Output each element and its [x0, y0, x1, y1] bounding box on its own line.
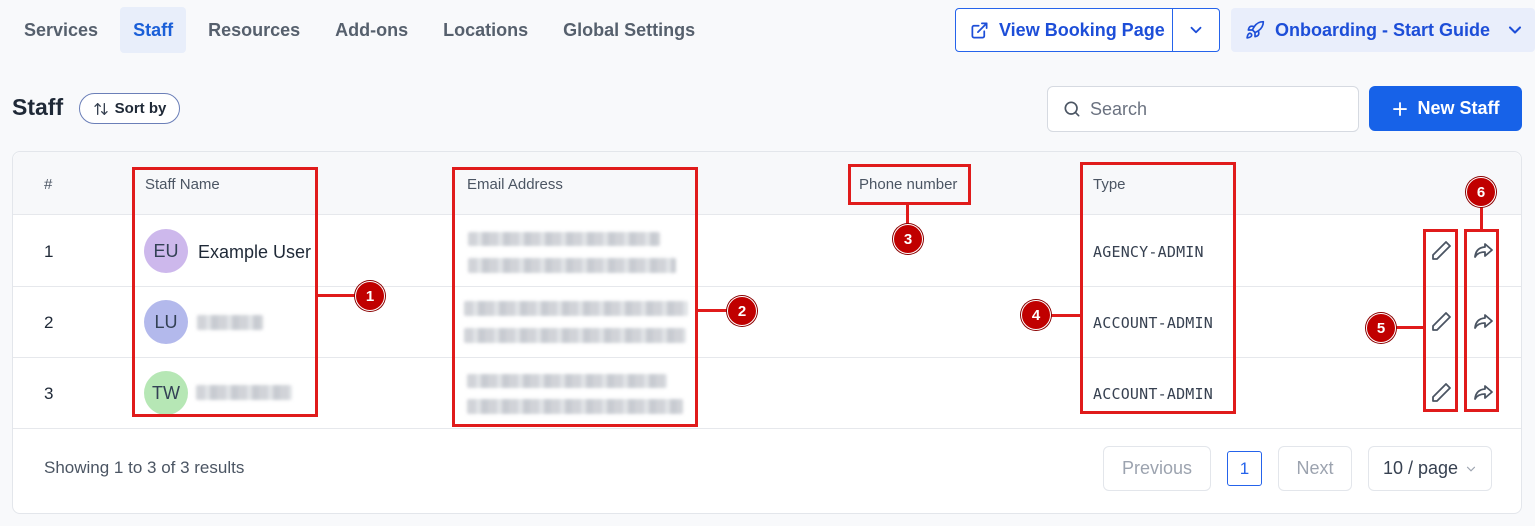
annotation-box-email: [452, 167, 698, 427]
sort-by-button[interactable]: Sort by: [79, 93, 180, 124]
chevron-down-icon: [1190, 26, 1202, 34]
annotation-connector: [318, 294, 358, 297]
search-icon: [1064, 101, 1080, 117]
tab-add-ons[interactable]: Add-ons: [322, 7, 421, 53]
results-summary: Showing 1 to 3 of 3 results: [44, 458, 245, 477]
top-nav-tabs: Services Staff Resources Add-ons Locatio…: [11, 7, 717, 53]
page-size-select[interactable]: 10 / page: [1368, 446, 1492, 491]
view-booking-page-group: View Booking Page: [955, 8, 1220, 52]
tab-locations[interactable]: Locations: [430, 7, 541, 53]
view-booking-page-label: View Booking Page: [999, 19, 1165, 40]
annotation-marker-1: 1: [355, 281, 385, 311]
chevron-down-icon: [1508, 26, 1522, 34]
new-staff-button[interactable]: New Staff: [1369, 86, 1522, 131]
annotation-box-share: [1464, 229, 1499, 412]
tab-staff[interactable]: Staff: [120, 7, 187, 53]
annotation-marker-3: 3: [893, 224, 923, 254]
annotation-marker-2: 2: [727, 296, 757, 326]
tab-global-settings[interactable]: Global Settings: [550, 7, 708, 53]
annotation-box-staff-name: [132, 167, 318, 417]
annotation-box-type: [1080, 162, 1236, 414]
annotation-box-phone: [848, 164, 971, 205]
column-header-index: #: [44, 176, 53, 193]
view-booking-page-button[interactable]: View Booking Page: [956, 9, 1173, 51]
search-field: [1047, 86, 1359, 132]
external-link-icon: [971, 22, 988, 38]
row-index: 1: [44, 242, 54, 261]
page-number-current[interactable]: 1: [1227, 451, 1262, 486]
plus-icon: [1393, 101, 1408, 116]
annotation-marker-5: 5: [1366, 313, 1396, 343]
tab-resources[interactable]: Resources: [195, 7, 313, 53]
tab-services[interactable]: Services: [11, 7, 111, 53]
annotation-marker-6: 6: [1466, 177, 1496, 207]
onboarding-label: Onboarding - Start Guide: [1275, 19, 1490, 40]
annotation-box-edit: [1423, 229, 1458, 412]
sort-by-label: Sort by: [114, 100, 167, 117]
row-index: 3: [44, 384, 54, 403]
chevron-down-icon: [1466, 466, 1476, 472]
annotation-marker-4: 4: [1021, 300, 1051, 330]
rocket-icon: [1246, 20, 1265, 39]
annotation-connector: [698, 309, 730, 312]
search-input[interactable]: [1090, 98, 1340, 120]
sort-arrows-icon: [93, 102, 108, 115]
row-index: 2: [44, 313, 54, 332]
booking-dropdown-toggle[interactable]: [1173, 9, 1219, 51]
next-page-button[interactable]: Next: [1278, 446, 1352, 491]
annotation-connector: [1480, 205, 1483, 229]
onboarding-start-guide-button[interactable]: Onboarding - Start Guide: [1231, 8, 1535, 52]
new-staff-label: New Staff: [1417, 98, 1500, 118]
page-size-label: 10 / page: [1383, 458, 1459, 478]
previous-page-button[interactable]: Previous: [1103, 446, 1211, 491]
annotation-connector: [1394, 326, 1423, 329]
annotation-connector: [1048, 314, 1080, 317]
page-title: Staff: [12, 94, 64, 120]
